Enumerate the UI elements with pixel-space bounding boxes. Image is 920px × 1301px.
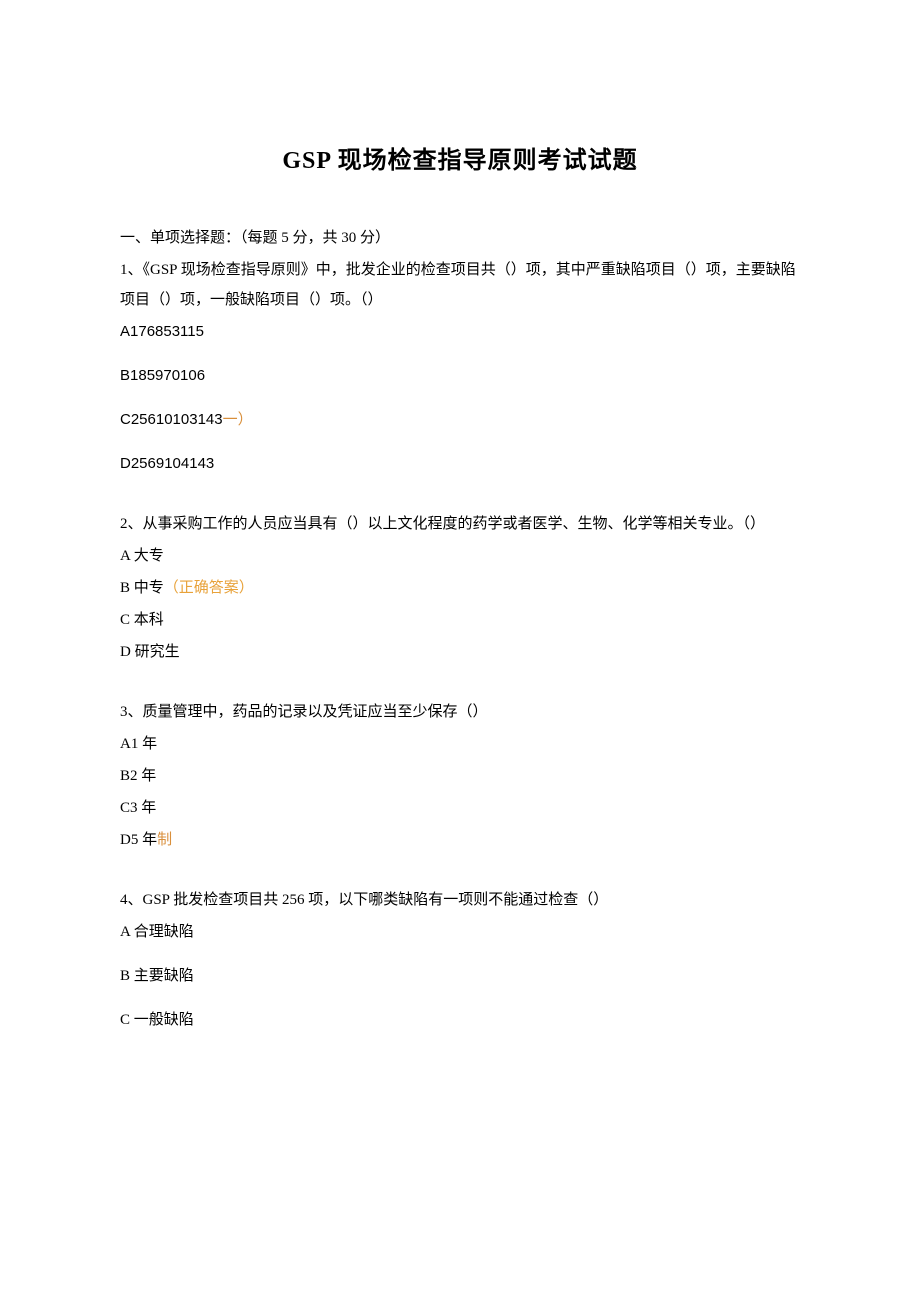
question-3-option-b: B2 年	[120, 761, 800, 791]
document-title: GSP 现场检查指导原则考试试题	[120, 140, 800, 175]
question-3-block: 3、质量管理中，药品的记录以及凭证应当至少保存（） A1 年 B2 年 C3 年…	[120, 697, 800, 855]
question-1-option-b: B185970106	[120, 361, 800, 391]
question-2-option-b: B 中专（正确答案）	[120, 573, 800, 603]
question-2-option-c: C 本科	[120, 605, 800, 635]
question-3-text: 3、质量管理中，药品的记录以及凭证应当至少保存（）	[120, 697, 800, 727]
question-1-text: 1、《GSP 现场检查指导原则》中，批发企业的检查项目共（）项，其中严重缺陷项目…	[120, 255, 800, 315]
question-1-option-d: D2569104143	[120, 449, 800, 479]
question-4-option-a: A 合理缺陷	[120, 917, 800, 947]
question-2-block: 2、从事采购工作的人员应当具有（）以上文化程度的药学或者医学、生物、化学等相关专…	[120, 509, 800, 667]
question-1-option-c: C25610103143一）	[120, 405, 800, 435]
question-2-option-d: D 研究生	[120, 637, 800, 667]
question-2-option-a: A 大专	[120, 541, 800, 571]
section-header: 一、单项选择题：（每题 5 分，共 30 分）	[120, 223, 800, 253]
question-4-text: 4、GSP 批发检查项目共 256 项，以下哪类缺陷有一项则不能通过检查（）	[120, 885, 800, 915]
question-3-option-d: D5 年制	[120, 825, 800, 855]
question-4-option-c: C 一般缺陷	[120, 1005, 800, 1035]
question-1-option-a: A176853115	[120, 317, 800, 347]
question-1-block: 1、《GSP 现场检查指导原则》中，批发企业的检查项目共（）项，其中严重缺陷项目…	[120, 255, 800, 479]
question-2-text: 2、从事采购工作的人员应当具有（）以上文化程度的药学或者医学、生物、化学等相关专…	[120, 509, 800, 539]
question-3-option-a: A1 年	[120, 729, 800, 759]
correct-answer-label: （正确答案）	[164, 580, 254, 596]
document-page: GSP 现场检查指导原则考试试题 一、单项选择题：（每题 5 分，共 30 分）…	[0, 0, 920, 1125]
question-4-block: 4、GSP 批发检查项目共 256 项，以下哪类缺陷有一项则不能通过检查（） A…	[120, 885, 800, 1035]
question-4-option-b: B 主要缺陷	[120, 961, 800, 991]
question-3-option-c: C3 年	[120, 793, 800, 823]
